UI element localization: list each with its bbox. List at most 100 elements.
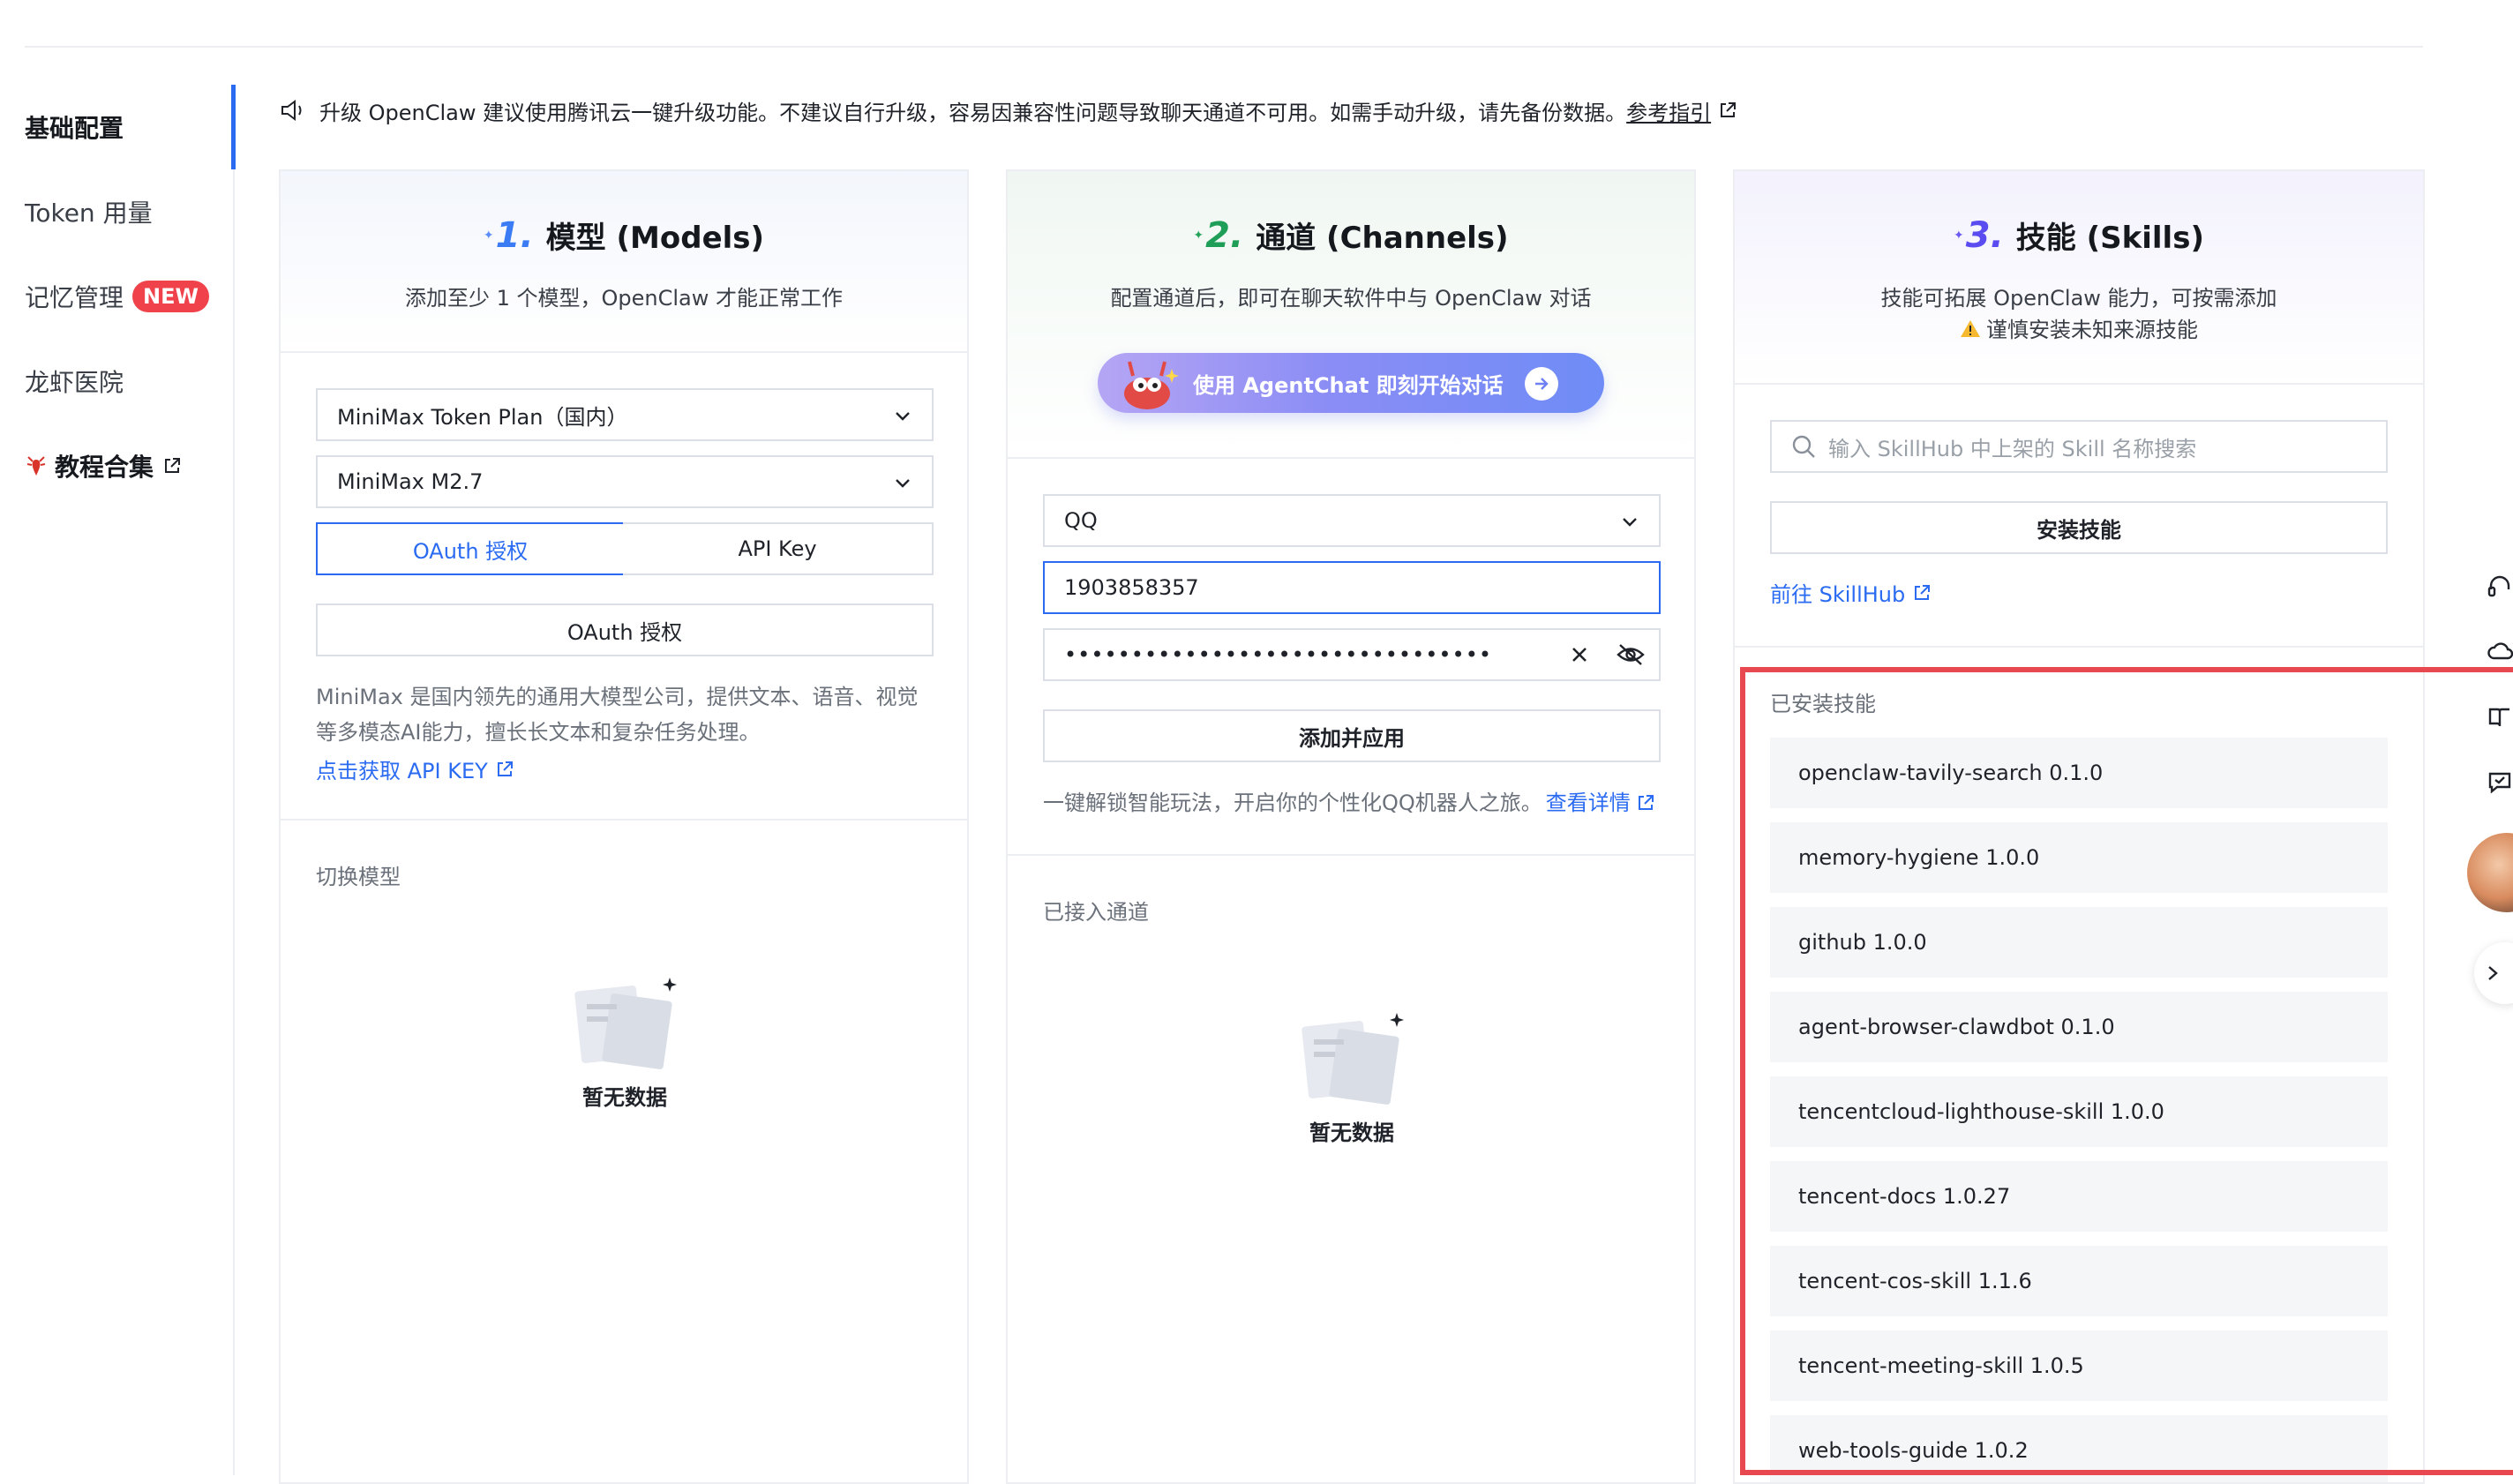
channels-empty-state: 暂无数据 — [1264, 1008, 1440, 1146]
models-title: ✦ 1. 模型 (Models) — [483, 214, 765, 257]
external-link-icon — [165, 458, 181, 473]
skills-card-header: ✦ 3. 技能 (Skills) 技能可拓展 OpenClaw 能力，可按需添加… — [1735, 171, 2423, 385]
switch-model-label: 切换模型 — [316, 865, 401, 889]
agentchat-start-button[interactable]: 使用 AgentChat 即刻开始对话 — [1098, 353, 1604, 413]
skill-search-placeholder: 输入 SkillHub 中上架的 Skill 名称搜索 — [1828, 436, 2197, 461]
chevron-down-icon — [1623, 518, 1637, 527]
external-link-icon — [1721, 102, 1737, 117]
empty-doc-icon — [1302, 1013, 1404, 1105]
chevron-down-icon — [896, 479, 910, 488]
sidebar: 基础配置 Token 用量 记忆管理 NEW 龙虾医院 教程合集 — [0, 85, 236, 1475]
divider — [1008, 854, 1694, 856]
app-secret-value: •••••••••••••••••••••••••••••••• — [1064, 642, 1492, 667]
divider — [1735, 646, 2423, 648]
view-details-link[interactable]: 查看详情 — [1546, 785, 1631, 821]
step-number: 3. — [1965, 214, 2004, 256]
model-description-line: MiniMax 是国内领先的通用大模型公司，提供文本、语音、视觉 — [316, 685, 919, 709]
new-badge: NEW — [132, 281, 209, 312]
installed-skill-item[interactable]: tencentcloud-lighthouse-skill 1.0.0 — [1770, 1076, 2388, 1147]
sidebar-item-label: 基础配置 — [25, 114, 124, 143]
book-icon[interactable] — [2487, 704, 2513, 731]
external-link-icon — [1915, 584, 1931, 600]
model-select[interactable]: MiniMax M2.7 — [316, 455, 934, 508]
installed-skill-item[interactable]: agent-browser-clawdbot 0.1.0 — [1770, 992, 2388, 1062]
goto-skillhub-text: 前往 SkillHub — [1770, 582, 1906, 607]
sidebar-item-tutorials[interactable]: 教程合集 — [25, 434, 182, 498]
feedback-icon[interactable] — [2487, 769, 2513, 796]
install-skill-button[interactable]: 安装技能 — [1770, 501, 2388, 554]
skills-warning: 谨慎安装未知来源技能 — [1735, 312, 2423, 343]
headset-icon[interactable] — [2487, 573, 2513, 600]
goto-skillhub-link[interactable]: 前往 SkillHub — [1770, 577, 1932, 608]
sidebar-item-label: 记忆管理 — [25, 283, 124, 312]
channels-subtitle: 配置通道后，即可在聊天软件中与 OpenClaw 对话 — [1110, 286, 1592, 311]
divider — [281, 819, 967, 821]
installed-skill-item[interactable]: tencent-cos-skill 1.1.6 — [1770, 1246, 2388, 1316]
skills-subtitle: 技能可拓展 OpenClaw 能力，可按需添加 — [1880, 286, 2277, 311]
models-subtitle: 添加至少 1 个模型，OpenClaw 才能正常工作 — [404, 286, 844, 311]
models-title-text: 模型 (Models) — [545, 221, 765, 256]
sidebar-item-token-usage[interactable]: Token 用量 — [25, 180, 153, 244]
lobster-icon — [26, 456, 46, 476]
app-id-value: 1903858357 — [1064, 575, 1199, 600]
channels-card-header: ✦ 2. 通道 (Channels) 配置通道后，即可在聊天软件中与 OpenC… — [1008, 171, 1694, 459]
model-description: MiniMax 是国内领先的通用大模型公司，提供文本、语音、视觉 等多模态AI能… — [316, 679, 951, 750]
cloud-icon[interactable] — [2487, 639, 2513, 665]
external-link-icon — [1638, 795, 1654, 810]
models-card: ✦ 1. 模型 (Models) 添加至少 1 个模型，OpenClaw 才能正… — [279, 169, 969, 1484]
model-select-value: MiniMax M2.7 — [337, 469, 484, 494]
agentchat-button-label: 使用 AgentChat 即刻开始对话 — [1193, 372, 1504, 398]
sidebar-item-label: Token 用量 — [25, 199, 153, 228]
model-description-line: 等多模态AI能力，擅长长文本和复杂任务处理。 — [316, 720, 761, 745]
channels-title-text: 通道 (Channels) — [1256, 221, 1509, 256]
app-secret-input[interactable]: •••••••••••••••••••••••••••••••• — [1043, 628, 1661, 681]
skill-search-input[interactable]: 输入 SkillHub 中上架的 Skill 名称搜索 — [1770, 420, 2388, 473]
channels-card: ✦ 2. 通道 (Channels) 配置通道后，即可在聊天软件中与 OpenC… — [1006, 169, 1696, 1484]
oauth-authorize-button[interactable]: OAuth 授权 — [316, 603, 934, 656]
chevron-down-icon — [896, 412, 910, 421]
step-number: 2. — [1205, 214, 1244, 256]
models-card-header: ✦ 1. 模型 (Models) 添加至少 1 个模型，OpenClaw 才能正… — [281, 171, 967, 353]
eye-off-icon[interactable] — [1617, 643, 1645, 666]
sidebar-item-lobster-hospital[interactable]: 龙虾医院 — [25, 349, 124, 413]
channels-title: ✦ 2. 通道 (Channels) — [1193, 214, 1509, 257]
reference-guide-link[interactable]: 参考指引 — [1626, 95, 1711, 126]
empty-doc-icon — [574, 978, 677, 1069]
channel-select[interactable]: QQ — [1043, 494, 1661, 547]
installed-skills-label: 已安装技能 — [1770, 692, 1876, 716]
skills-title: ✦ 3. 技能 (Skills) — [1954, 214, 2204, 257]
sidebar-active-indicator — [231, 85, 236, 169]
get-api-key-link-text: 点击获取 API KEY — [316, 759, 488, 783]
sidebar-item-basic-config[interactable]: 基础配置 — [25, 95, 124, 159]
clear-icon[interactable] — [1569, 644, 1590, 665]
channel-promo-text: 一键解锁智能玩法，开启你的个性化QQ机器人之旅。 — [1043, 791, 1542, 815]
notice-text: 升级 OpenClaw 建议使用腾讯云一键升级功能。不建议自行升级，容易因兼容性… — [319, 100, 1627, 125]
installed-skill-item[interactable]: memory-hygiene 1.0.0 — [1770, 822, 2388, 893]
sidebar-item-memory[interactable]: 记忆管理 NEW — [25, 265, 209, 328]
installed-skill-item[interactable]: tencent-meeting-skill 1.0.5 — [1770, 1330, 2388, 1401]
skills-title-text: 技能 (Skills) — [2015, 221, 2204, 256]
app-id-input[interactable]: 1903858357 — [1043, 561, 1661, 614]
empty-text: 暂无数据 — [582, 1085, 667, 1110]
speaker-icon — [281, 100, 302, 121]
tab-oauth[interactable]: OAuth 授权 — [316, 522, 625, 575]
step-number: 1. — [495, 214, 534, 256]
installed-skill-item[interactable]: web-tools-guide 1.0.2 — [1770, 1415, 2388, 1482]
chevron-right-icon — [2488, 966, 2498, 980]
installed-skill-item[interactable]: openclaw-tavily-search 0.1.0 — [1770, 738, 2388, 808]
provider-select-value: MiniMax Token Plan（国内） — [337, 404, 628, 430]
installed-skill-item[interactable]: github 1.0.0 — [1770, 907, 2388, 978]
add-and-apply-button[interactable]: 添加并应用 — [1043, 709, 1661, 762]
installed-skill-item[interactable]: tencent-docs 1.0.27 — [1770, 1161, 2388, 1232]
channel-select-value: QQ — [1064, 508, 1098, 533]
channel-promo: 一键解锁智能玩法，开启你的个性化QQ机器人之旅。 查看详情 — [1043, 785, 1678, 821]
sidebar-item-label: 龙虾医院 — [25, 368, 124, 397]
models-empty-state: 暂无数据 — [536, 972, 713, 1111]
skills-warning-text: 谨慎安装未知来源技能 — [1986, 318, 2198, 342]
provider-select[interactable]: MiniMax Token Plan（国内） — [316, 388, 934, 441]
sidebar-item-label: 教程合集 — [55, 453, 154, 482]
tab-api-key[interactable]: API Key — [623, 522, 934, 575]
warning-icon — [1961, 319, 1980, 337]
upgrade-notice: 升级 OpenClaw 建议使用腾讯云一键升级功能。不建议自行升级，容易因兼容性… — [279, 92, 1737, 129]
get-api-key-link[interactable]: 点击获取 API KEY — [316, 753, 514, 784]
